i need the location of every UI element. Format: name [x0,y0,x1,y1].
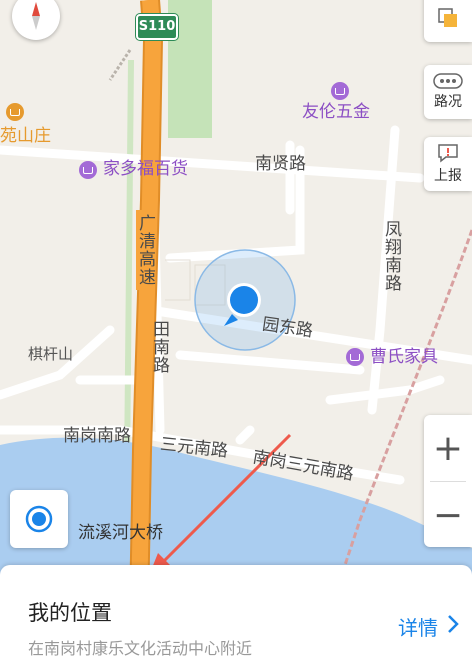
road-label-fengxiang: 凤翔南路 [381,220,401,292]
layers-button[interactable] [424,0,472,42]
poi-yuanshanzhuang[interactable]: 苑山庄 [0,128,51,145]
road-label-nanxian: 南贤路 [255,154,306,174]
locate-icon [25,505,53,533]
zoom-control: + − [424,415,472,547]
poi-caoshi[interactable]: 曹氏家具 [370,349,438,366]
poi-youlun[interactable]: 友伦五金 [302,104,370,121]
location-title: 我的位置 [28,601,112,625]
restaurant-icon [6,103,24,121]
location-subtitle: 在南岗村康乐文化活动中心附近 [28,639,253,658]
detail-button[interactable]: 详情 [398,612,438,641]
road-label-tiannan: 田南路 [149,320,169,374]
zoom-out-button[interactable]: − [424,482,472,548]
traffic-icon [433,73,463,89]
traffic-label: 路况 [434,94,462,110]
place-bridge: 流溪河大桥 [78,523,163,543]
chevron-right-icon [448,615,459,633]
shopping-cart-icon [79,161,97,179]
road-label-nangangnan: 南岗南路 [63,426,131,446]
report-button[interactable]: 上报 [424,137,472,191]
road-label-guangqing: 广清高速 [135,210,155,290]
layers-icon [438,8,457,27]
locate-button[interactable] [10,490,68,548]
place-qiganshan: 棋杆山 [28,345,74,363]
traffic-button[interactable]: 路况 [424,65,472,119]
store-icon [331,82,349,100]
highway-shield: S110 [136,14,178,40]
compass-button[interactable] [12,0,60,40]
poi-jiaduofu[interactable]: 家多福百货 [103,161,188,178]
shopping-cart-icon [346,348,364,366]
report-label: 上报 [434,168,462,184]
report-icon [438,144,458,163]
zoom-in-button[interactable]: + [424,415,472,481]
map-canvas[interactable] [0,0,472,662]
compass-icon [32,2,40,30]
location-panel[interactable]: 我的位置 在南岗村康乐文化活动中心附近 详情 [0,565,472,662]
